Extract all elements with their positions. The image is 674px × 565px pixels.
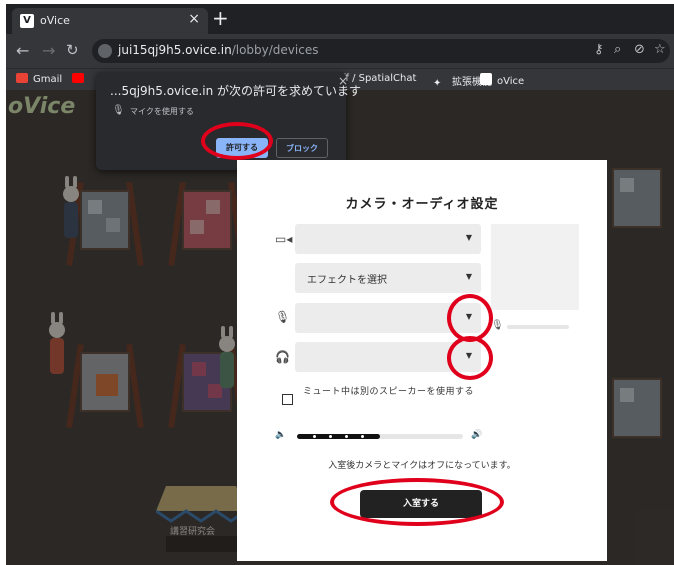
permission-item: マイクを使用する bbox=[130, 107, 194, 116]
tracking-icon[interactable]: ⊘ bbox=[634, 42, 645, 57]
volume-high-icon: 🔊 bbox=[471, 430, 483, 440]
address-bar[interactable]: jui15qj9h5.ovice.in/lobby/devices ⚷ ⌕ ⊘ … bbox=[92, 39, 670, 63]
bookmark-star-icon[interactable]: ☆ bbox=[654, 42, 666, 57]
headphones-icon: 🎧 bbox=[275, 350, 290, 364]
effect-select-value: エフェクトを選択 bbox=[307, 275, 387, 286]
microphone-level-meter bbox=[507, 325, 569, 329]
url-path: /lobby/devices bbox=[231, 43, 319, 57]
slider-tick bbox=[345, 435, 348, 438]
volume-slider-fill bbox=[297, 434, 380, 439]
annotation-circle-mic-dropdown bbox=[447, 294, 493, 342]
permission-title: ...5qj9h5.ovice.in が次の許可を求めています bbox=[110, 84, 362, 98]
bookmark-gmail[interactable]: Gmail bbox=[16, 73, 62, 85]
tab-strip: V oVice × + bbox=[6, 4, 674, 34]
bookmark-ovice[interactable]: oVice bbox=[480, 73, 524, 87]
ovice-favicon-icon: V bbox=[20, 14, 34, 28]
url-text: jui15qj9h5.ovice.in/lobby/devices bbox=[118, 43, 318, 57]
camera-preview bbox=[491, 224, 579, 310]
camera-select[interactable]: ▼ bbox=[295, 224, 481, 254]
close-tab-icon[interactable]: × bbox=[188, 11, 200, 27]
slider-tick bbox=[361, 435, 364, 438]
chevron-down-icon: ▼ bbox=[465, 233, 472, 242]
bookmark-label: Gmail bbox=[33, 74, 63, 85]
back-arrow-icon[interactable]: ← bbox=[16, 41, 29, 60]
key-icon[interactable]: ⚷ bbox=[594, 42, 604, 57]
chevron-down-icon: ▼ bbox=[465, 272, 472, 281]
new-tab-button[interactable]: + bbox=[212, 6, 229, 30]
forward-arrow-icon[interactable]: → bbox=[42, 41, 55, 60]
puzzle-icon: ✦ bbox=[433, 78, 442, 89]
slider-tick bbox=[329, 435, 332, 438]
tab-title: oVice bbox=[40, 14, 70, 27]
camera-mic-off-notice: 入室後カメラとマイクはオフになっています。 bbox=[328, 461, 516, 471]
dialog-title: カメラ・オーディオ設定 bbox=[345, 197, 499, 212]
ovice-icon bbox=[480, 73, 492, 85]
lock-icon[interactable] bbox=[98, 44, 112, 58]
camera-icon: ▭◂ bbox=[275, 232, 293, 246]
annotation-circle-allow bbox=[201, 122, 273, 160]
block-button[interactable]: ブロック bbox=[276, 138, 328, 158]
microphone-icon: 🎙 bbox=[112, 105, 125, 116]
bookmark-label: oVice bbox=[497, 76, 525, 87]
bookmark-youtube[interactable] bbox=[72, 73, 89, 85]
microphone-icon: 🎙 bbox=[275, 310, 291, 324]
volume-low-icon: 🔈 bbox=[275, 430, 287, 440]
navigation-bar: ← → ↻ jui15qj9h5.ovice.in/lobby/devices … bbox=[6, 34, 674, 68]
mute-speaker-checkbox[interactable] bbox=[282, 394, 293, 405]
tab-ovice[interactable]: V oVice × bbox=[12, 8, 208, 34]
microphone-level-icon: 🎙 bbox=[491, 320, 504, 331]
annotation-circle-speaker-dropdown bbox=[447, 336, 493, 380]
url-host: jui15qj9h5.ovice.in bbox=[118, 43, 232, 57]
mute-speaker-label: ミュート中は別のスピーカーを使用する bbox=[303, 387, 475, 397]
slider-tick bbox=[313, 435, 316, 438]
effect-select[interactable]: エフェクトを選択 ▼ bbox=[295, 263, 481, 293]
volume-slider[interactable] bbox=[297, 434, 463, 439]
youtube-icon bbox=[72, 73, 84, 83]
zoom-icon[interactable]: ⌕ bbox=[614, 42, 621, 57]
reload-icon[interactable]: ↻ bbox=[66, 41, 79, 59]
annotation-circle-enter bbox=[330, 478, 504, 526]
gmail-icon bbox=[16, 73, 28, 83]
permission-close-icon[interactable]: × bbox=[338, 74, 348, 88]
